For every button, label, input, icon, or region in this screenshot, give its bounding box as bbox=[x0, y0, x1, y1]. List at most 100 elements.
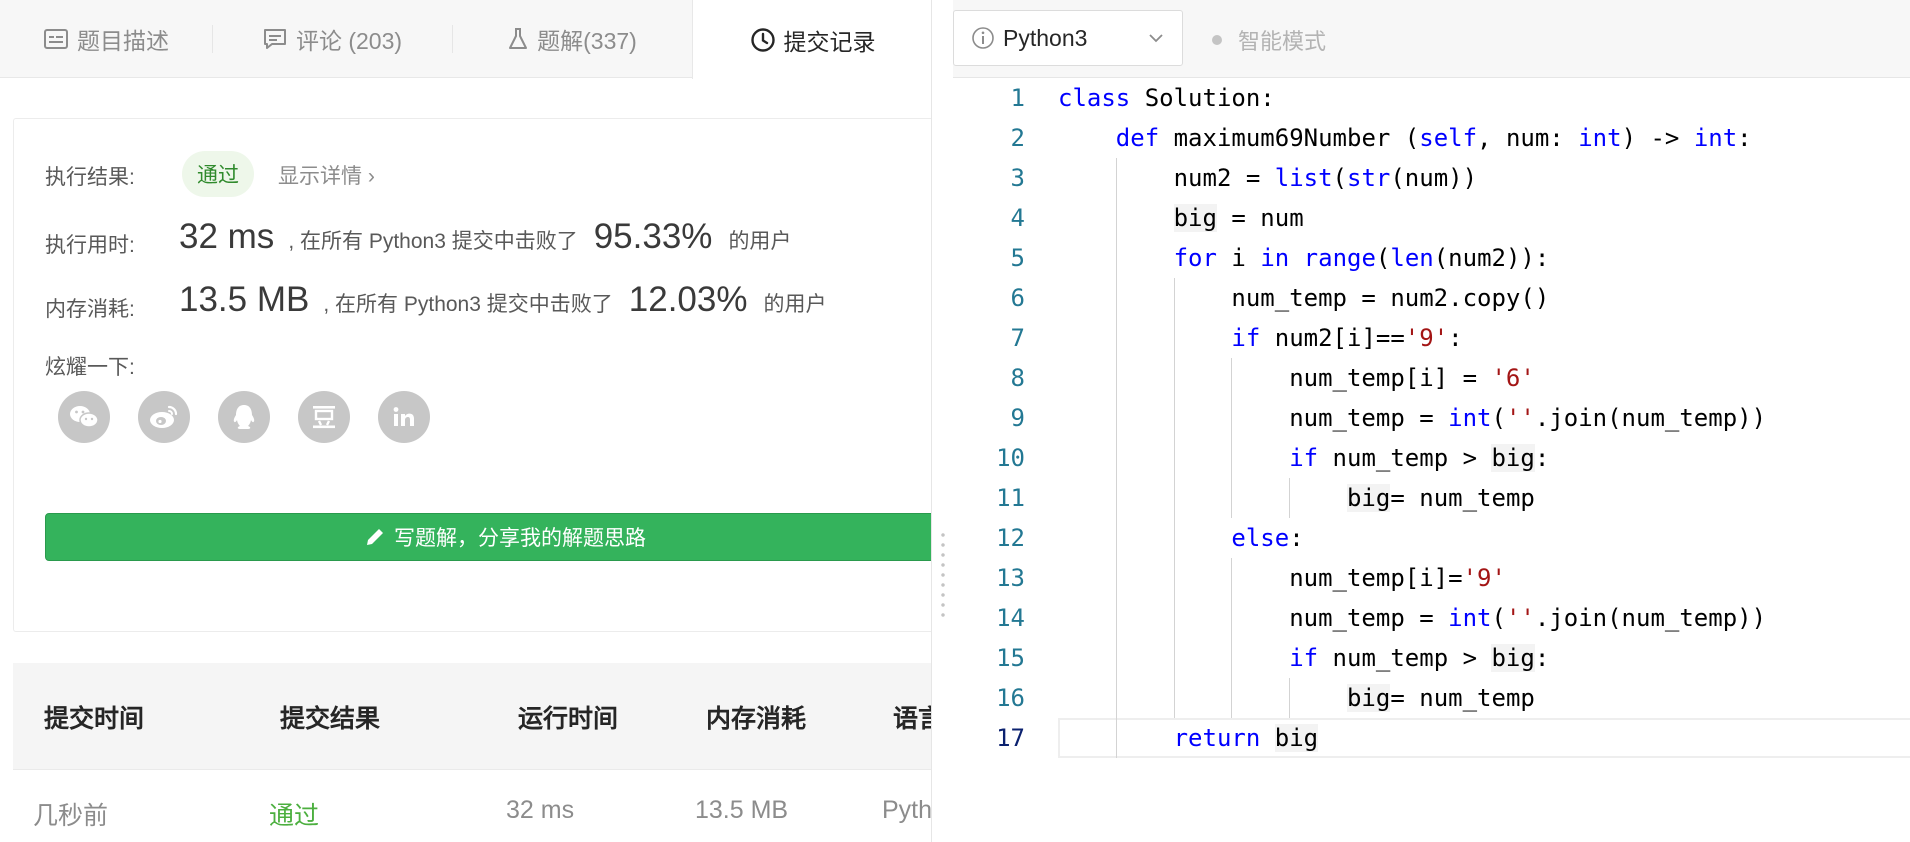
tab-label: 提交记录 bbox=[783, 28, 876, 55]
smart-mode-dot-icon bbox=[1212, 35, 1222, 45]
memory-value: 13.5 MB bbox=[179, 280, 310, 319]
wechat-share-button[interactable] bbox=[58, 391, 110, 443]
code-line: for i in range(len(num2)): bbox=[1173, 244, 1550, 272]
runtime-text: , 在所有 Python3 提交中击败了 bbox=[288, 230, 578, 253]
code-line: if num_temp > big: bbox=[1289, 444, 1550, 472]
submissions-table: 提交时间 提交结果 运行时间 内存消耗 语言 几秒前 通过 32 ms 13.5… bbox=[13, 663, 931, 842]
douban-share-button[interactable] bbox=[298, 391, 350, 443]
write-solution-label: 写题解，分享我的解题思路 bbox=[394, 527, 646, 550]
write-solution-button[interactable]: 写题解，分享我的解题思路 bbox=[45, 513, 931, 561]
language-select-value: Python3 bbox=[1003, 24, 1088, 51]
tab-description[interactable]: 题目描述 bbox=[0, 0, 212, 78]
linkedin-icon bbox=[393, 407, 414, 426]
submission-panel: 题目描述 评论 (203) 题解(337) 提交记录 执行结果: 通过 显示详情… bbox=[0, 0, 931, 842]
line-number: 12 bbox=[996, 524, 1025, 552]
line-number: 13 bbox=[996, 564, 1025, 592]
flask-icon bbox=[509, 28, 528, 49]
editor-panel: Python3 智能模式 1 2 3 4 5 6 7 8 9 10 11 12 13 14 15 16 17 c… bbox=[953, 0, 1910, 842]
memory-label: 内存消耗: bbox=[45, 298, 135, 321]
runtime-value: 32 ms bbox=[179, 217, 275, 256]
wechat-icon bbox=[70, 406, 99, 428]
code-line: num_temp = int(''.join(num_temp)) bbox=[1058, 404, 1767, 432]
table-header: 提交时间 提交结果 运行时间 内存消耗 语言 bbox=[13, 663, 931, 769]
smart-mode-toggle[interactable]: 智能模式 bbox=[1212, 24, 1326, 56]
line-number: 11 bbox=[996, 484, 1025, 512]
comment-icon bbox=[263, 29, 286, 49]
line-number: 3 bbox=[1010, 164, 1025, 192]
linkedin-share-button[interactable] bbox=[378, 391, 430, 443]
runtime-label: 执行用时: bbox=[45, 234, 135, 257]
line-number: 17 bbox=[996, 724, 1025, 752]
line-number-gutter: 1 2 3 4 5 6 7 8 9 10 11 12 13 14 15 16 17 bbox=[953, 78, 1025, 842]
pencil-icon bbox=[367, 529, 383, 545]
tab-submissions[interactable]: 提交记录 bbox=[692, 0, 931, 79]
clock-icon bbox=[750, 27, 775, 52]
runtime-stat: 32 ms , 在所有 Python3 提交中击败了 95.33% 的用户 bbox=[179, 217, 791, 257]
column-header-memory: 内存消耗 bbox=[706, 705, 807, 733]
cell-time: 几秒前 bbox=[33, 802, 109, 830]
editor-toolbar: Python3 智能模式 bbox=[953, 0, 1910, 78]
row-divider bbox=[13, 769, 931, 770]
line-number: 1 bbox=[1010, 84, 1025, 112]
status-label: 执行结果: bbox=[45, 166, 135, 189]
code-editor[interactable]: 1 2 3 4 5 6 7 8 9 10 11 12 13 14 15 16 17 class Solution… bbox=[953, 78, 1910, 842]
qq-share-button[interactable] bbox=[218, 391, 270, 443]
code-line: if num_temp > big: bbox=[1289, 644, 1550, 672]
chevron-down-icon bbox=[1149, 34, 1163, 43]
runtime-percent: 95.33% bbox=[593, 217, 713, 256]
weibo-icon bbox=[150, 405, 178, 428]
code-line: big= num_temp bbox=[1346, 684, 1535, 712]
code-line: big= num_temp bbox=[1346, 484, 1535, 512]
line-number: 2 bbox=[1010, 124, 1025, 152]
code-line: num_temp[i]='9' bbox=[1058, 564, 1506, 592]
tab-label: 题目描述 bbox=[77, 28, 169, 54]
cell-language: Python3 bbox=[882, 796, 931, 824]
line-number: 6 bbox=[1010, 284, 1025, 312]
line-number: 5 bbox=[1010, 244, 1025, 272]
language-select[interactable]: Python3 bbox=[953, 10, 1183, 66]
code-line: num_temp = int(''.join(num_temp)) bbox=[1058, 604, 1767, 632]
smart-mode-label: 智能模式 bbox=[1238, 29, 1327, 54]
cell-runtime: 32 ms bbox=[506, 796, 575, 824]
weibo-share-button[interactable] bbox=[138, 391, 190, 443]
info-icon bbox=[972, 27, 994, 49]
status-badge: 通过 bbox=[182, 151, 254, 197]
tab-bar: 题目描述 评论 (203) 题解(337) 提交记录 bbox=[0, 0, 931, 79]
drag-handle-dots bbox=[941, 530, 945, 620]
column-header-language: 语言 bbox=[893, 705, 931, 733]
column-header-runtime: 运行时间 bbox=[518, 705, 619, 733]
column-header-time: 提交时间 bbox=[44, 705, 145, 733]
code-line: def maximum69Number (self, num: int) -> … bbox=[1115, 124, 1752, 152]
line-number: 10 bbox=[996, 444, 1025, 472]
line-number: 8 bbox=[1010, 364, 1025, 392]
cell-result[interactable]: 通过 bbox=[269, 796, 319, 832]
code-line: num_temp = num2.copy() bbox=[1058, 284, 1550, 312]
line-number: 7 bbox=[1010, 324, 1025, 352]
qq-icon bbox=[233, 405, 255, 429]
code-line: class Solution: bbox=[1058, 84, 1275, 112]
memory-text: , 在所有 Python3 提交中击败了 bbox=[323, 293, 613, 316]
code-line: return big bbox=[1173, 724, 1319, 752]
column-header-result: 提交结果 bbox=[280, 705, 381, 733]
code-line: big = num bbox=[1173, 204, 1304, 232]
tab-comments[interactable]: 评论 (203) bbox=[212, 0, 452, 78]
tab-solutions[interactable]: 题解(337) bbox=[452, 0, 692, 78]
description-icon bbox=[44, 29, 68, 49]
code-line: else: bbox=[1231, 524, 1304, 552]
result-card: 执行结果: 通过 显示详情 › 执行用时: 32 ms , 在所有 Python… bbox=[13, 118, 931, 632]
code-line: if num2[i]=='9': bbox=[1231, 324, 1463, 352]
memory-suffix: 的用户 bbox=[763, 293, 827, 316]
share-label: 炫耀一下: bbox=[45, 356, 135, 379]
cell-memory: 13.5 MB bbox=[695, 796, 789, 824]
tab-label: 评论 (203) bbox=[295, 28, 403, 54]
line-number: 16 bbox=[996, 684, 1025, 712]
code-line: num2 = list(str(num)) bbox=[1058, 164, 1478, 192]
show-details-link[interactable]: 显示详情 › bbox=[278, 160, 375, 190]
code-line: num_temp[i] = '6' bbox=[1058, 364, 1535, 392]
line-number: 4 bbox=[1010, 204, 1025, 232]
douban-icon bbox=[313, 406, 335, 429]
panel-resize-handle[interactable] bbox=[931, 0, 953, 842]
memory-stat: 13.5 MB , 在所有 Python3 提交中击败了 12.03% 的用户 bbox=[179, 280, 826, 320]
memory-percent: 12.03% bbox=[628, 280, 748, 319]
line-number: 15 bbox=[996, 644, 1025, 672]
